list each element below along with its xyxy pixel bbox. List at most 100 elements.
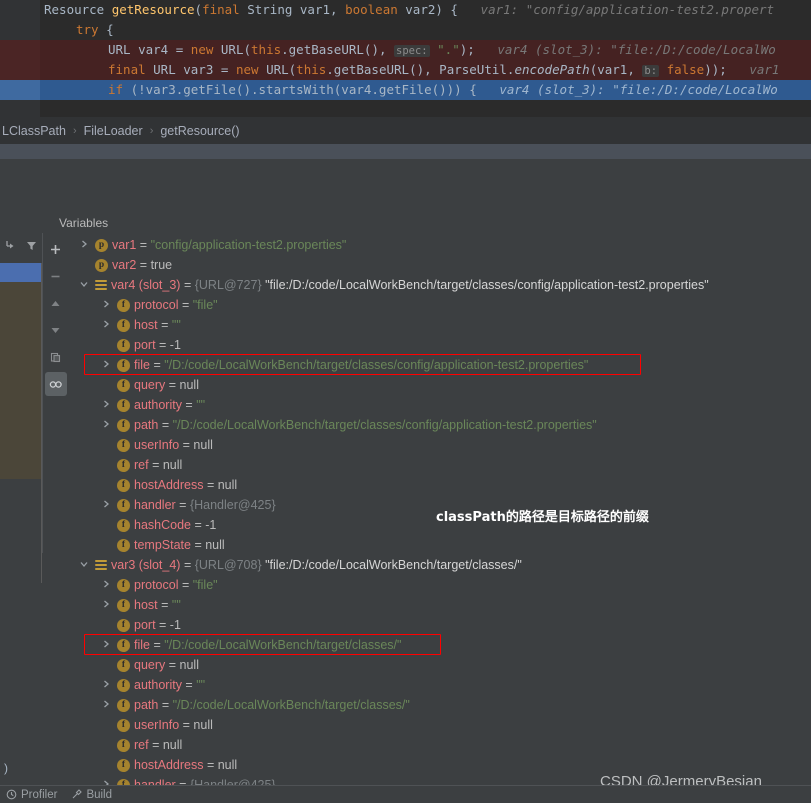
variable-row[interactable]: f hostAddress = null	[68, 755, 811, 775]
variable-row[interactable]: f port = -1	[68, 615, 811, 635]
chevron-right-icon[interactable]	[100, 395, 112, 415]
inline-debug-hint: var4 (slot_3): "file:/D:/code/LocalWo	[474, 42, 776, 57]
variable-equals: =	[203, 478, 218, 492]
status-profiler[interactable]: Profiler	[6, 789, 57, 801]
step-into-icon[interactable]	[4, 239, 17, 257]
code-line-text: if (!var3.getFile().startsWith(var4.getF…	[108, 80, 778, 100]
add-watch-button[interactable]	[45, 237, 67, 261]
chevron-right-icon[interactable]	[100, 695, 112, 715]
chevron-right-icon[interactable]	[100, 355, 112, 375]
variable-name: protocol	[134, 298, 179, 312]
variable-equals: =	[148, 458, 163, 472]
chevron-right-icon[interactable]	[100, 495, 112, 515]
variable-row-content: f hostAddress = null	[117, 758, 237, 773]
move-up-button[interactable]	[45, 291, 67, 315]
variables-toolbar[interactable]	[42, 233, 68, 553]
chevron-right-icon[interactable]	[100, 315, 112, 335]
variable-row[interactable]: f protocol = "file"	[68, 295, 811, 315]
breadcrumb-item-method[interactable]: getResource()	[158, 124, 241, 138]
code-token: encodePath	[514, 62, 590, 77]
variable-value: true	[150, 258, 173, 272]
status-build[interactable]: Build	[71, 789, 112, 801]
breadcrumb-item-fileloader[interactable]: FileLoader	[82, 124, 145, 138]
chevron-right-icon[interactable]	[78, 235, 90, 255]
chevron-down-icon[interactable]	[78, 275, 90, 295]
frames-toolbar[interactable]	[0, 233, 42, 263]
variable-value: -1	[169, 338, 181, 352]
breadcrumb-separator-icon: ›	[72, 124, 77, 137]
remove-watch-button[interactable]	[45, 264, 67, 288]
variable-name: hostAddress	[134, 758, 204, 772]
code-line[interactable]: final URL var3 = new URL(this.getBaseURL…	[0, 60, 811, 80]
chevron-right-icon[interactable]	[100, 415, 112, 435]
copy-value-button[interactable]	[45, 345, 67, 369]
chevron-right-icon[interactable]	[100, 675, 112, 695]
variable-row[interactable]: f authority = ""	[68, 395, 811, 415]
code-line[interactable]: try {	[0, 20, 811, 40]
chevron-right-icon[interactable]	[100, 295, 112, 315]
variable-row[interactable]: f ref = null	[68, 735, 811, 755]
variable-name: query	[134, 658, 166, 672]
filter-icon[interactable]	[25, 239, 38, 257]
variable-row[interactable]: f file = "/D:/code/LocalWorkBench/target/…	[68, 355, 811, 375]
debugger-tabs-strip[interactable]	[0, 159, 811, 204]
variable-row[interactable]: var3 (slot_4) = {URL@708} "file:/D:/code…	[68, 555, 811, 575]
variable-row-content: f ref = null	[117, 458, 182, 473]
field-icon: f	[117, 619, 130, 633]
variable-row[interactable]: f port = -1	[68, 335, 811, 355]
chevron-right-icon[interactable]	[100, 595, 112, 615]
variable-equals: =	[178, 298, 193, 312]
variable-row[interactable]: f authority = ""	[68, 675, 811, 695]
code-editor[interactable]: Resource getResource(final String var1, …	[0, 0, 811, 117]
field-icon: f	[117, 599, 130, 613]
variable-row[interactable]: p var1 = "config/application-test2.proper…	[68, 235, 811, 255]
variable-row-content: f host = ""	[117, 318, 181, 333]
variable-row[interactable]: f query = null	[68, 375, 811, 395]
code-line[interactable]: Resource getResource(final String var1, …	[0, 0, 811, 20]
variable-row[interactable]: var4 (slot_3) = {URL@727} "file:/D:/code…	[68, 275, 811, 295]
code-token: .getBaseURL(), ParseUtil.	[326, 62, 515, 77]
code-line[interactable]: if (!var3.getFile().startsWith(var4.getF…	[0, 80, 811, 100]
variable-row[interactable]: f tempState = null	[68, 535, 811, 555]
build-hammer-icon	[73, 789, 83, 799]
code-token: getResource	[111, 2, 195, 17]
chevron-down-icon[interactable]	[78, 555, 90, 575]
variable-row[interactable]: f hostAddress = null	[68, 475, 811, 495]
code-token: var2) {	[405, 2, 458, 17]
variable-name: port	[134, 618, 156, 632]
variable-name: userInfo	[134, 718, 180, 732]
chevron-right-icon[interactable]	[100, 575, 112, 595]
variable-row[interactable]: f ref = null	[68, 455, 811, 475]
variable-row-content: f file = "/D:/code/LocalWorkBench/target/…	[117, 638, 401, 653]
variable-object-ref: {URL@708}	[194, 558, 266, 572]
variable-row[interactable]: f file = "/D:/code/LocalWorkBench/target/…	[68, 635, 811, 655]
frames-list-selected-row[interactable]	[0, 263, 41, 282]
profiler-icon	[6, 789, 17, 800]
variable-row[interactable]: f query = null	[68, 655, 811, 675]
inline-debug-hint: var4 (slot_3): "file:/D:/code/LocalWo	[476, 82, 778, 97]
variable-row[interactable]: f host = ""	[68, 315, 811, 335]
variable-row-content: f ref = null	[117, 738, 183, 753]
variable-row[interactable]: f path = "/D:/code/LocalWorkBench/target/…	[68, 695, 811, 715]
variable-row-content: f hashCode = -1	[117, 518, 216, 533]
code-token: this	[296, 62, 327, 77]
inspect-button[interactable]	[44, 372, 67, 396]
variable-row[interactable]: f path = "/D:/code/LocalWorkBench/target/…	[68, 415, 811, 435]
variable-value: null	[162, 738, 183, 752]
variable-row[interactable]: f userInfo = null	[68, 715, 811, 735]
variable-name: handler	[134, 498, 176, 512]
code-line[interactable]: URL var4 = new URL(this.getBaseURL(), sp…	[0, 40, 811, 60]
breadcrumb-item-class[interactable]: LClassPath	[0, 124, 68, 138]
move-down-button[interactable]	[45, 318, 67, 342]
code-token: try	[76, 22, 107, 37]
variable-row[interactable]: f host = ""	[68, 595, 811, 615]
variable-row[interactable]: f userInfo = null	[68, 435, 811, 455]
variable-object-ref: {URL@727}	[194, 278, 266, 292]
variable-row[interactable]: f protocol = "file"	[68, 575, 811, 595]
breadcrumb[interactable]: LClassPath › FileLoader › getResource()	[0, 117, 811, 144]
toolwindow-divider[interactable]	[0, 144, 811, 159]
variables-tab-title[interactable]: Variables	[48, 211, 811, 235]
variable-row[interactable]: p var2 = true	[68, 255, 811, 275]
variable-row-content: f file = "/D:/code/LocalWorkBench/target/…	[117, 358, 588, 373]
chevron-right-icon[interactable]	[100, 635, 112, 655]
